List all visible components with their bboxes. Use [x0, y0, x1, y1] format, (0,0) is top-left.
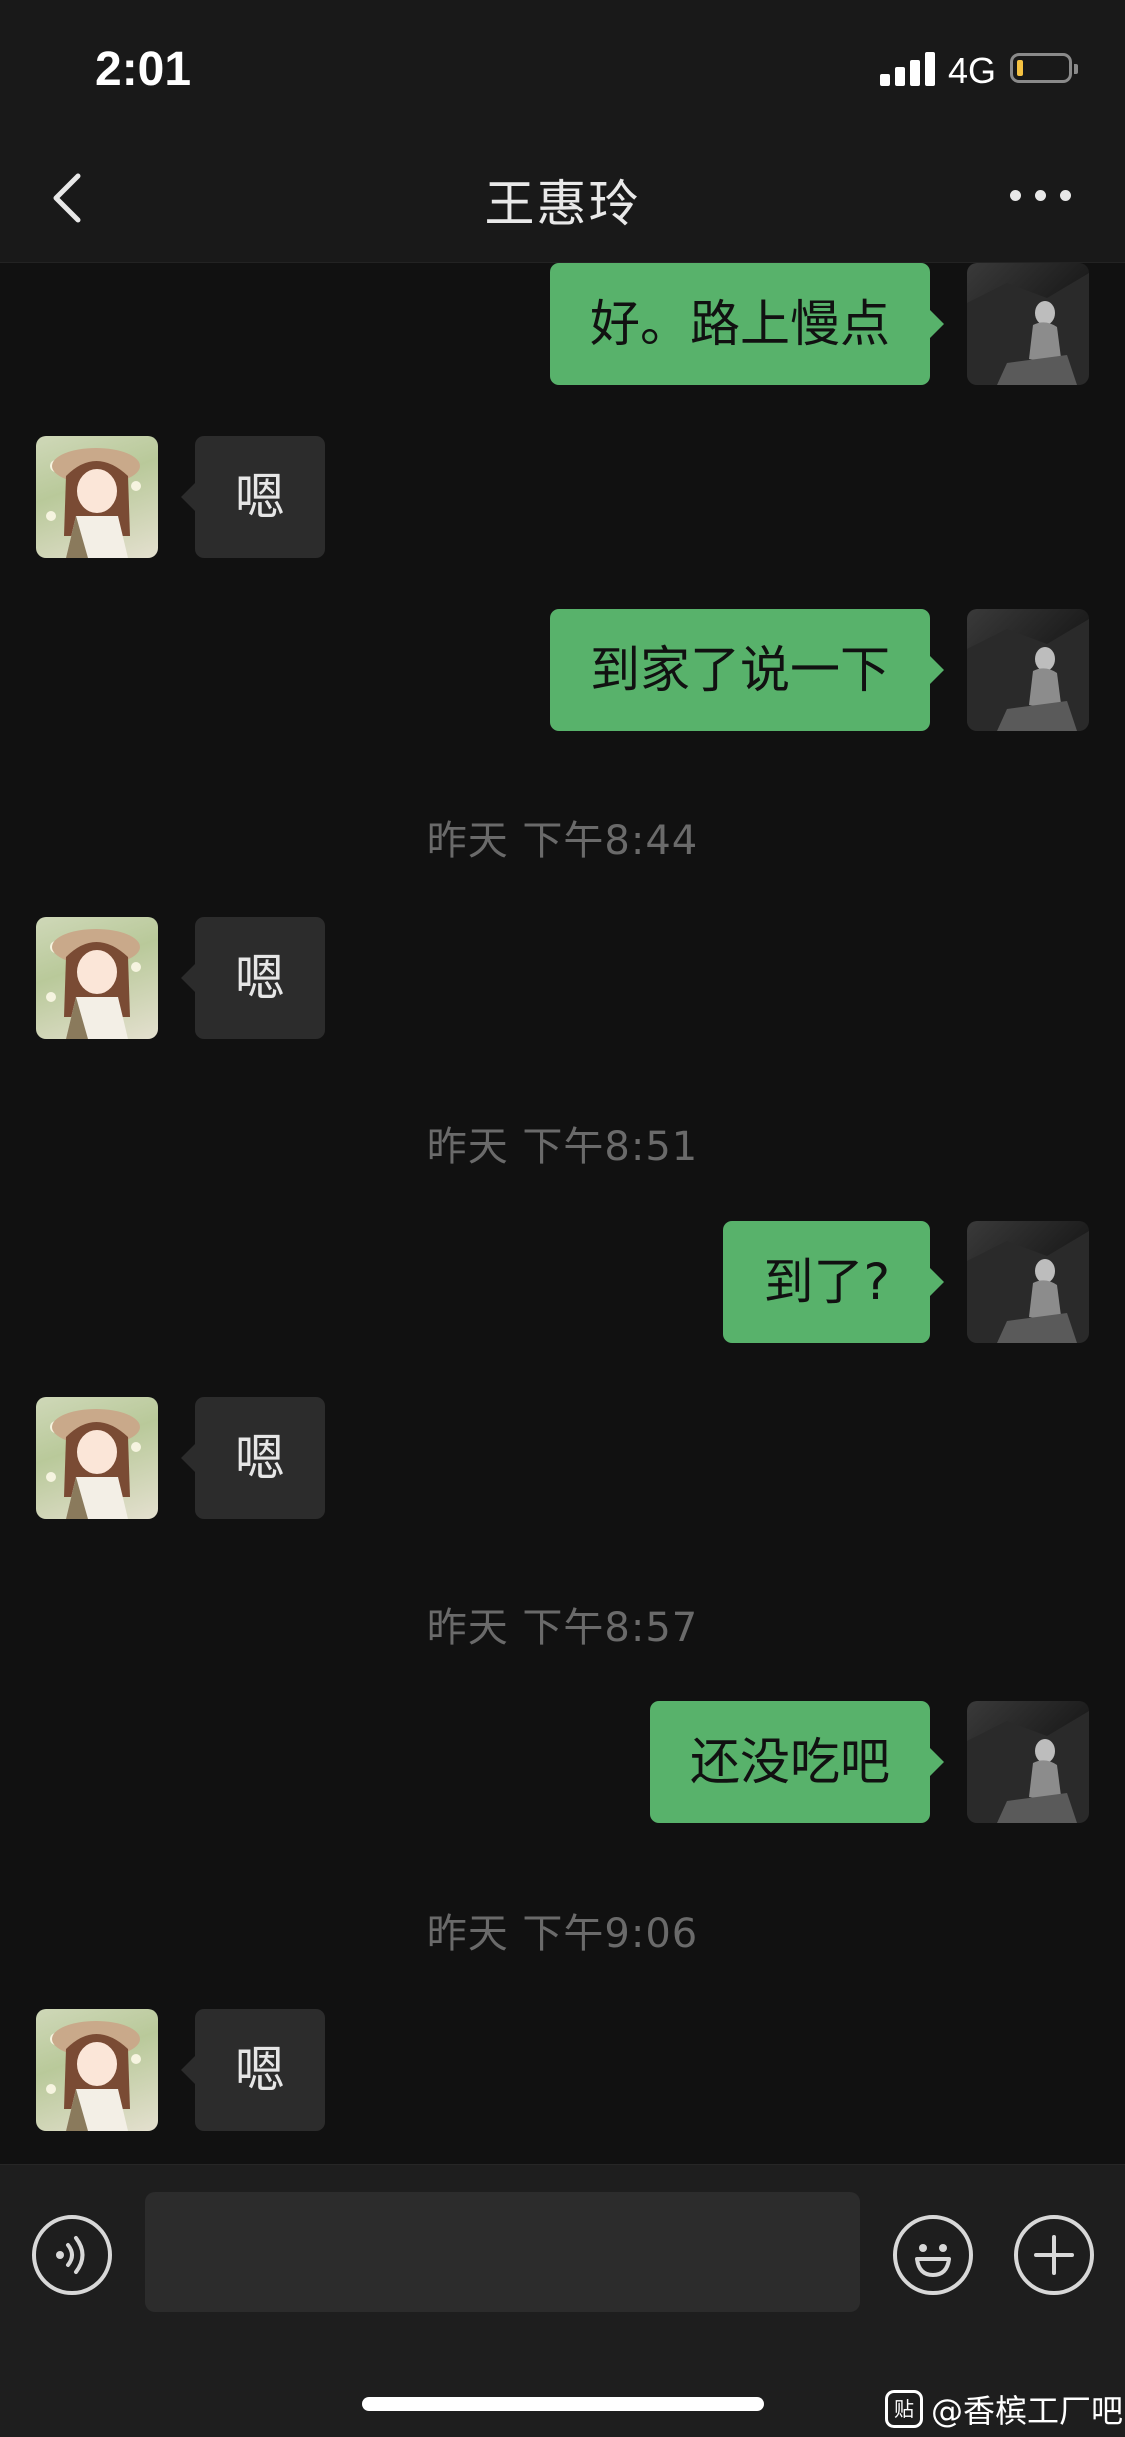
message-timestamp: 昨天 下午8:44 — [426, 818, 699, 864]
my-avatar[interactable] — [967, 1221, 1089, 1343]
message-bubble[interactable]: 嗯 — [181, 917, 325, 1039]
my-avatar[interactable] — [967, 609, 1089, 731]
watermark: 贴 @香槟工厂吧 — [885, 2386, 1123, 2432]
chat-title: 王惠玲 — [484, 175, 641, 233]
message-bubble[interactable]: 到家了说一下 — [550, 609, 944, 731]
message-bubble[interactable]: 嗯 — [181, 436, 325, 558]
battery-low-icon — [1010, 53, 1078, 83]
network-type: 4G — [948, 50, 997, 91]
nav-bar: 王惠玲 — [0, 132, 1125, 263]
contact-avatar[interactable] — [36, 1397, 158, 1519]
ellipsis-icon[interactable] — [1010, 190, 1072, 206]
home-indicator[interactable] — [362, 2397, 764, 2411]
battery-fill — [1017, 60, 1023, 76]
plus-icon[interactable] — [1014, 2215, 1094, 2295]
tieba-logo-icon: 贴 — [885, 2390, 923, 2428]
status-time: 2:01 — [95, 43, 192, 96]
contact-avatar[interactable] — [36, 436, 158, 558]
message-bubble[interactable]: 嗯 — [181, 2009, 325, 2131]
watermark-text: @香槟工厂吧 — [931, 2392, 1124, 2430]
status-bar: 2:01 4G — [0, 0, 1125, 132]
message-bubble[interactable]: 好。路上慢点 — [550, 263, 944, 385]
contact-avatar[interactable] — [36, 917, 158, 1039]
voice-icon[interactable] — [32, 2215, 112, 2295]
my-avatar[interactable] — [967, 1701, 1089, 1823]
message-timestamp: 昨天 下午9:06 — [426, 1911, 699, 1957]
chat-area[interactable]: 好。路上慢点 嗯 到家了说一下 昨天 下午8:44 嗯 昨天 下午8:51 到了… — [0, 263, 1125, 2163]
message-bubble[interactable]: 到了? — [723, 1221, 944, 1343]
my-avatar[interactable] — [967, 263, 1089, 385]
message-timestamp: 昨天 下午8:51 — [426, 1124, 699, 1170]
message-bubble[interactable]: 还没吃吧 — [650, 1701, 944, 1823]
emoji-icon[interactable] — [893, 2215, 973, 2295]
message-input[interactable] — [145, 2192, 860, 2312]
signal-bars-icon — [880, 52, 936, 86]
contact-avatar[interactable] — [36, 2009, 158, 2131]
message-bubble[interactable]: 嗯 — [181, 1397, 325, 1519]
message-timestamp: 昨天 下午8:57 — [426, 1605, 699, 1651]
